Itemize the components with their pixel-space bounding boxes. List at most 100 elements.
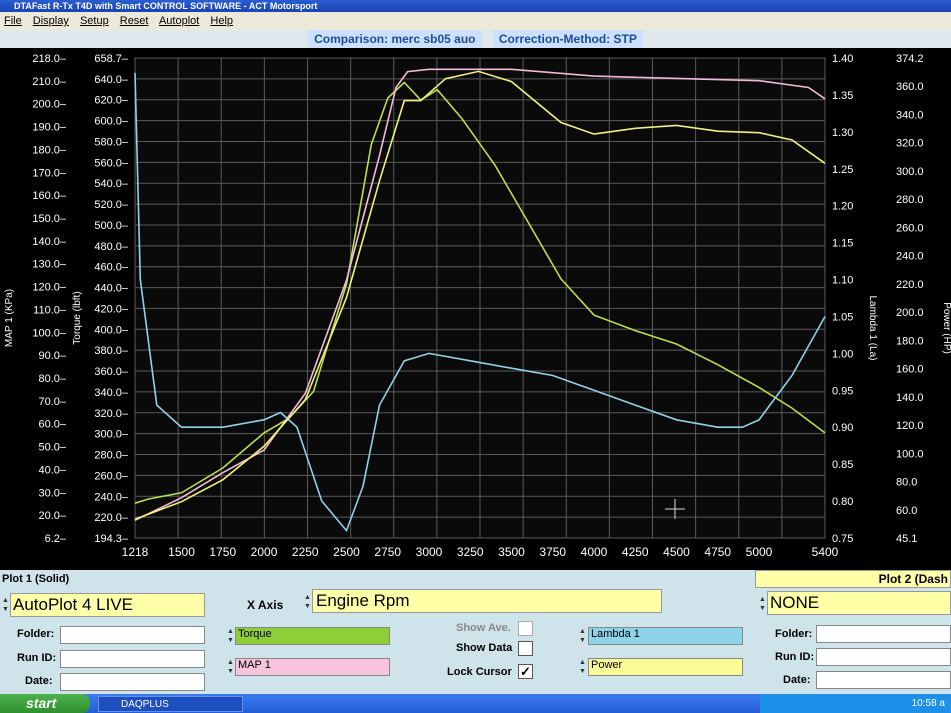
map-axis-tick-label: 200.0– bbox=[32, 99, 67, 111]
map-axis-tick-label: 140.0– bbox=[32, 236, 67, 248]
lambda-axis-tick-label: 1.40 bbox=[832, 53, 853, 65]
right1-spinner[interactable]: ▲ ▼ bbox=[578, 627, 587, 645]
torque-axis-tick-label: 460.0– bbox=[94, 262, 129, 274]
torque-axis-tick-label: 420.0– bbox=[94, 303, 129, 315]
menu-reset[interactable]: Reset bbox=[120, 15, 149, 27]
show-ave-label: Show Ave. bbox=[456, 622, 511, 634]
lambda-axis-tick-label: 1.30 bbox=[832, 127, 853, 139]
power-axis-tick-label: 160.0 bbox=[896, 364, 924, 376]
power-axis-tick-label: 320.0 bbox=[896, 138, 924, 150]
menu-file[interactable]: File bbox=[4, 15, 22, 27]
x-tick-label: 3750 bbox=[539, 545, 566, 559]
plot2-date-field[interactable] bbox=[816, 671, 951, 689]
torque-axis-tick-label: 400.0– bbox=[94, 324, 129, 336]
map-axis-tick-label: 190.0– bbox=[32, 122, 67, 134]
left2-series-selector[interactable]: MAP 1 bbox=[235, 658, 390, 676]
power-axis-tick-label: 280.0 bbox=[896, 194, 924, 206]
right2-spinner[interactable]: ▲ ▼ bbox=[578, 658, 587, 676]
map-axis-tick-label: 180.0– bbox=[32, 144, 67, 156]
x-tick-label: 2000 bbox=[251, 545, 278, 559]
plot2-folder-field[interactable] bbox=[816, 625, 951, 643]
plot1-header: Plot 1 (Solid) bbox=[2, 573, 70, 585]
dyno-graph[interactable]: 1218 1500 1750 2000 2250 2500 2750 3000 3250 3500… bbox=[0, 48, 951, 570]
power-axis-tick-label: 360.0 bbox=[896, 81, 924, 93]
control-panel: Plot 1 (Solid) ▲ ▼ AutoPlot 4 LIVE Folder… bbox=[0, 570, 951, 694]
plot1-spinner[interactable]: ▲ ▼ bbox=[1, 596, 10, 614]
xaxis-spinner[interactable]: ▲ ▼ bbox=[303, 593, 312, 611]
clock: 10:58 a bbox=[911, 698, 945, 709]
right2-series-selector[interactable]: Power bbox=[588, 658, 743, 676]
plot2-folder-label: Folder: bbox=[775, 628, 813, 640]
torque-axis-tick-label: 520.0– bbox=[94, 199, 129, 211]
plot1-runid-field[interactable] bbox=[60, 650, 205, 668]
map-axis-tick-label: 210.0– bbox=[32, 76, 67, 88]
chart-svg: 1218 1500 1750 2000 2250 2500 2750 3000 3250 3500… bbox=[4, 53, 951, 559]
lambda-axis-tick-label: 1.20 bbox=[832, 201, 853, 213]
comparison-label: Comparison: merc sb05 auo bbox=[308, 30, 482, 48]
torque-axis-tick-label: 560.0– bbox=[94, 157, 129, 169]
power-axis-tick-label: 80.0 bbox=[896, 477, 917, 489]
power-axis-tick-label: 240.0 bbox=[896, 251, 924, 263]
show-data-label: Show Data bbox=[456, 642, 513, 654]
map-axis-tick-label: 60.0– bbox=[38, 419, 66, 431]
torque-axis-tick-label: 658.7– bbox=[94, 53, 129, 65]
power-axis-tick-label: 180.0 bbox=[896, 335, 924, 347]
map-axis-tick-label: 40.0– bbox=[38, 464, 66, 476]
power-axis-tick-label: 140.0 bbox=[896, 392, 924, 404]
plot2-selector[interactable]: NONE bbox=[767, 591, 951, 615]
plot1-folder-label: Folder: bbox=[17, 628, 55, 640]
left2-spinner[interactable]: ▲ ▼ bbox=[226, 658, 235, 676]
plot1-folder-field[interactable] bbox=[60, 626, 205, 644]
left1-spinner[interactable]: ▲ ▼ bbox=[226, 627, 235, 645]
start-button[interactable]: start bbox=[0, 694, 90, 713]
plot2-runid-field[interactable] bbox=[816, 648, 951, 666]
taskbar-item-daqplus[interactable]: DAQPLUS bbox=[98, 696, 243, 712]
lock-cursor-label: Lock Cursor bbox=[447, 666, 512, 678]
lambda-axis-tick-label: 0.80 bbox=[832, 496, 853, 508]
power-axis-title: Power (HP) bbox=[941, 302, 951, 354]
map-axis-tick-label: 20.0– bbox=[38, 510, 66, 522]
map-axis-tick-label: 110.0– bbox=[33, 304, 67, 316]
lock-cursor-checkbox[interactable]: ✓ bbox=[518, 664, 533, 679]
x-tick-label: 1750 bbox=[209, 545, 236, 559]
x-tick-label: 1218 bbox=[122, 545, 149, 559]
power-axis-tick-label: 100.0 bbox=[896, 448, 924, 460]
torque-axis-tick-label: 480.0– bbox=[94, 241, 129, 253]
plot2-spinner[interactable]: ▲ ▼ bbox=[758, 595, 767, 613]
lambda-axis-tick-label: 1.15 bbox=[832, 238, 853, 250]
left1-series-selector[interactable]: Torque bbox=[235, 627, 390, 645]
plot1-date-field[interactable] bbox=[60, 673, 205, 691]
plot1-selector[interactable]: AutoPlot 4 LIVE bbox=[10, 593, 205, 617]
lambda-axis-tick-label: 1.10 bbox=[832, 275, 853, 287]
xaxis-label: X Axis bbox=[247, 598, 284, 612]
x-tick-label: 2500 bbox=[333, 545, 360, 559]
menu-setup[interactable]: Setup bbox=[80, 15, 109, 27]
x-tick-label: 3500 bbox=[498, 545, 525, 559]
torque-axis-tick-label: 620.0– bbox=[94, 95, 129, 107]
plot2-header: Plot 2 (Dash bbox=[755, 570, 951, 588]
xaxis-selector[interactable]: Engine Rpm bbox=[312, 589, 662, 613]
x-tick-label: 2750 bbox=[374, 545, 401, 559]
x-tick-label: 3250 bbox=[457, 545, 484, 559]
lambda-axis-tick-label: 0.85 bbox=[832, 459, 853, 471]
show-ave-checkbox[interactable] bbox=[518, 621, 533, 636]
map-axis-tick-label: 50.0– bbox=[38, 442, 66, 454]
torque-axis-tick-label: 220.0– bbox=[94, 512, 129, 524]
plot1-runid-label: Run ID: bbox=[17, 652, 57, 664]
x-tick-label: 5000 bbox=[746, 545, 773, 559]
menu-display[interactable]: Display bbox=[33, 15, 69, 27]
x-tick-label: 3000 bbox=[416, 545, 443, 559]
map-axis-tick-label: 90.0– bbox=[38, 350, 66, 362]
torque-axis-tick-label: 380.0– bbox=[94, 345, 129, 357]
map-axis-tick-label: 218.0– bbox=[32, 53, 67, 65]
menu-help[interactable]: Help bbox=[210, 15, 233, 27]
menu-bar: File Display Setup Reset Autoplot Help bbox=[0, 12, 951, 30]
show-data-checkbox[interactable] bbox=[518, 641, 533, 656]
x-tick-label: 2250 bbox=[292, 545, 319, 559]
x-tick-label: 5400 bbox=[812, 545, 839, 559]
menu-autoplot[interactable]: Autoplot bbox=[159, 15, 199, 27]
map-axis-tick-label: 70.0– bbox=[38, 396, 66, 408]
map-axis-title: MAP 1 (KPa) bbox=[4, 289, 15, 347]
right1-series-selector[interactable]: Lambda 1 bbox=[588, 627, 743, 645]
torque-axis-tick-label: 440.0– bbox=[94, 283, 129, 295]
